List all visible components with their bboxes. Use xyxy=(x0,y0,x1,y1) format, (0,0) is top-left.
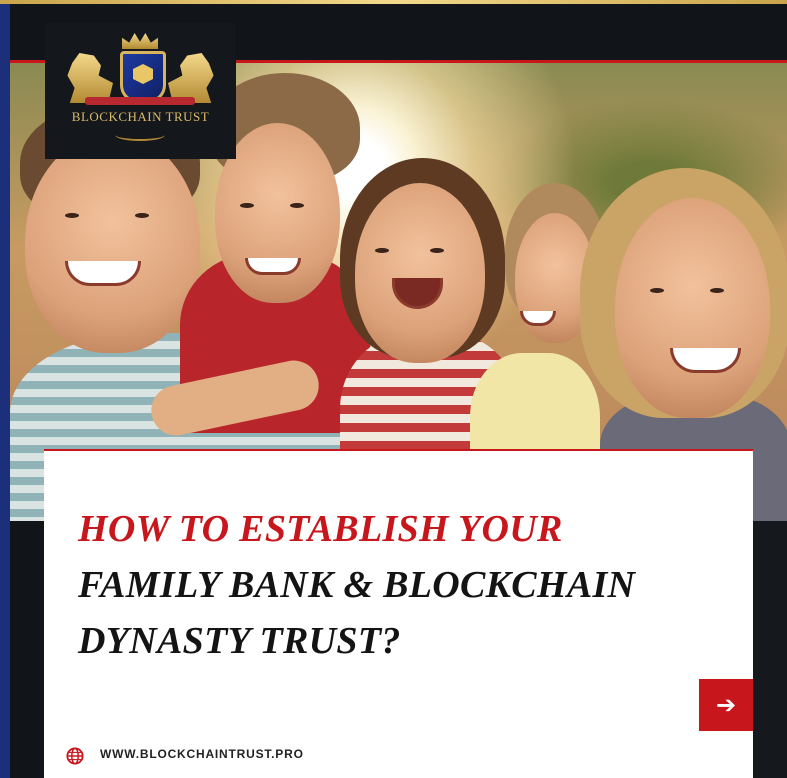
headline: HOW TO ESTABLISH YOUR FAMILY BANK & BLOC… xyxy=(78,501,738,669)
lion-right-icon xyxy=(168,53,216,103)
arrow-right-icon: ➔ xyxy=(715,691,737,719)
headline-line-2: FAMILY BANK & BLOCKCHAIN xyxy=(78,564,636,606)
next-arrow-button[interactable]: ➔ xyxy=(699,679,753,731)
lion-left-icon xyxy=(67,53,113,103)
right-dark-panel xyxy=(753,521,787,778)
blue-left-border xyxy=(0,4,10,778)
gold-top-border xyxy=(0,0,787,4)
headline-line-1: HOW TO ESTABLISH YOUR xyxy=(78,508,563,550)
logo-text: BLOCKCHAIN TRUST xyxy=(71,109,210,124)
flourish-icon xyxy=(115,129,165,141)
shield-icon xyxy=(120,51,166,103)
blockchain-trust-logo: BLOCKCHAIN TRUST xyxy=(45,23,236,159)
globe-icon xyxy=(66,747,84,765)
website-link[interactable]: WWW.BLOCKCHAINTRUST.PRO xyxy=(100,747,304,761)
logo-ribbon xyxy=(85,97,195,105)
crown-icon xyxy=(122,33,158,49)
headline-card: HOW TO ESTABLISH YOUR FAMILY BANK & BLOC… xyxy=(44,449,753,735)
footer-bar: WWW.BLOCKCHAINTRUST.PRO xyxy=(44,733,753,778)
headline-line-3: DYNASTY TRUST? xyxy=(78,620,401,662)
promo-banner: BLOCKCHAIN TRUST HOW TO ESTABLISH YOUR F… xyxy=(0,0,787,778)
